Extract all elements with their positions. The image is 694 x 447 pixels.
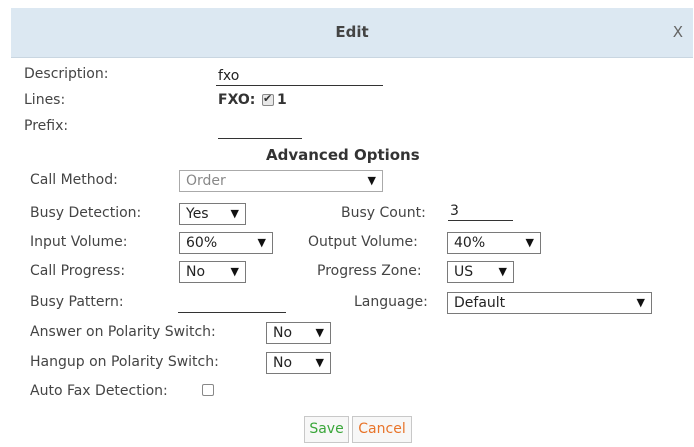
close-button[interactable]: X — [673, 23, 683, 41]
chevron-down-icon: ▼ — [315, 356, 324, 369]
call-progress-select[interactable]: No ▼ — [179, 261, 246, 283]
hangup-polarity-select[interactable]: No ▼ — [266, 352, 331, 374]
advanced-options-heading: Advanced Options — [266, 146, 420, 164]
call-progress-value: No — [186, 264, 206, 280]
answer-polarity-select[interactable]: No ▼ — [266, 322, 331, 344]
chevron-down-icon: ▼ — [257, 236, 266, 249]
chevron-down-icon: ▼ — [230, 207, 239, 220]
dialog-header: Edit X — [11, 8, 693, 58]
prefix-label: Prefix: — [24, 118, 69, 134]
busy-count-input[interactable]: 3 — [448, 203, 513, 221]
progress-zone-value: US — [454, 264, 474, 280]
hangup-polarity-label: Hangup on Polarity Switch: — [30, 354, 219, 370]
output-volume-value: 40% — [454, 235, 486, 251]
busy-detection-label: Busy Detection: — [30, 205, 142, 221]
save-button[interactable]: Save — [304, 416, 349, 443]
output-volume-select[interactable]: 40% ▼ — [447, 232, 541, 254]
lines-label: Lines: — [24, 92, 66, 108]
language-label: Language: — [354, 294, 428, 310]
chevron-down-icon: ▼ — [498, 265, 507, 278]
busy-pattern-label: Busy Pattern: — [30, 294, 124, 310]
answer-polarity-label: Answer on Polarity Switch: — [30, 324, 216, 340]
call-method-select[interactable]: Order ▼ — [179, 170, 383, 192]
line-1-label: 1 — [277, 92, 287, 108]
busy-pattern-input[interactable] — [178, 295, 286, 313]
prefix-input[interactable] — [218, 121, 302, 139]
dialog-title: Edit — [335, 23, 369, 41]
language-select[interactable]: Default ▼ — [447, 292, 652, 314]
auto-fax-checkbox[interactable] — [202, 384, 214, 396]
lines-port-label: FXO: — [218, 92, 256, 108]
call-progress-label: Call Progress: — [30, 263, 126, 279]
chevron-down-icon: ▼ — [367, 174, 376, 187]
progress-zone-label: Progress Zone: — [317, 263, 422, 279]
progress-zone-select[interactable]: US ▼ — [447, 261, 514, 283]
input-volume-value: 60% — [186, 235, 218, 251]
language-value: Default — [454, 295, 506, 311]
chevron-down-icon: ▼ — [525, 236, 534, 249]
call-method-value: Order — [186, 173, 226, 189]
busy-detection-select[interactable]: Yes ▼ — [179, 203, 246, 225]
answer-polarity-value: No — [273, 325, 293, 341]
description-input[interactable]: fxo — [216, 68, 383, 86]
hangup-polarity-value: No — [273, 355, 293, 371]
line-1-checkbox[interactable] — [262, 92, 274, 106]
description-label: Description: — [24, 66, 109, 82]
input-volume-label: Input Volume: — [30, 234, 128, 250]
chevron-down-icon: ▼ — [636, 296, 645, 309]
chevron-down-icon: ▼ — [315, 326, 324, 339]
call-method-label: Call Method: — [30, 172, 118, 188]
chevron-down-icon: ▼ — [230, 265, 239, 278]
input-volume-select[interactable]: 60% ▼ — [179, 232, 273, 254]
cancel-button[interactable]: Cancel — [352, 416, 412, 443]
busy-count-label: Busy Count: — [341, 205, 426, 221]
output-volume-label: Output Volume: — [308, 234, 418, 250]
busy-detection-value: Yes — [186, 206, 209, 222]
auto-fax-label: Auto Fax Detection: — [30, 383, 168, 399]
